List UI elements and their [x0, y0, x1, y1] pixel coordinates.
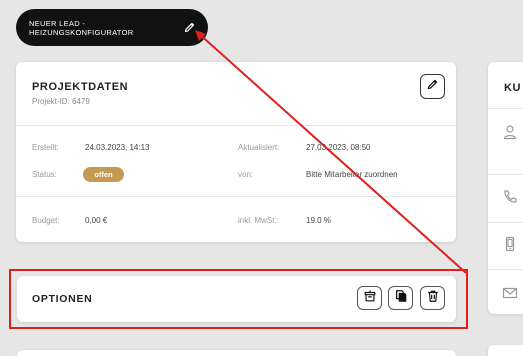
optionen-card: OPTIONEN	[17, 276, 456, 322]
lead-title-pill: NEUER LEAD - HEIZUNGSKONFIGURATOR	[16, 9, 208, 46]
divider	[488, 222, 523, 223]
divider	[488, 269, 523, 270]
mail-icon	[501, 284, 519, 302]
aktualisiert-value: 27.03.2023, 08:50	[306, 143, 371, 152]
divider	[488, 108, 523, 109]
phone-icon	[501, 188, 519, 206]
projektdaten-card: PROJEKTDATEN Projekt-ID: 6479 Erstellt: …	[16, 62, 456, 242]
pencil-icon	[426, 78, 439, 96]
optionen-title: OPTIONEN	[32, 293, 93, 305]
archive-icon	[363, 289, 377, 308]
erstellt-value: 24.03.2023, 14:13	[85, 143, 150, 152]
von-value[interactable]: Bitte Mitarbeiter zuordnen	[306, 170, 398, 179]
archive-button[interactable]	[357, 286, 382, 310]
mwst-label: inkl. MwSt.:	[238, 216, 279, 225]
next-card	[17, 350, 456, 356]
status-badge: offen	[83, 167, 124, 182]
budget-value: 0,00 €	[85, 216, 108, 225]
mobile-icon	[501, 235, 519, 253]
mwst-value: 19.0 %	[306, 216, 331, 225]
aktualisiert-label: Aktualisiert:	[238, 143, 280, 152]
projektdaten-title: PROJEKTDATEN	[32, 81, 129, 93]
pencil-icon[interactable]	[183, 21, 196, 35]
copy-icon	[394, 289, 408, 308]
erstellt-label: Erstellt:	[32, 143, 59, 152]
next-card-right	[488, 345, 523, 356]
status-label: Status:	[32, 170, 57, 179]
divider	[488, 174, 523, 175]
copy-button[interactable]	[388, 286, 413, 310]
divider	[16, 196, 456, 197]
user-icon	[501, 123, 519, 141]
kunde-title: KU	[504, 82, 522, 94]
divider	[16, 125, 456, 126]
trash-icon	[426, 289, 440, 308]
lead-title: NEUER LEAD - HEIZUNGSKONFIGURATOR	[29, 18, 134, 37]
delete-button[interactable]	[420, 286, 445, 310]
project-id: Projekt-ID: 6479	[32, 97, 90, 106]
budget-label: Budget:	[32, 216, 60, 225]
von-label: von:	[238, 170, 254, 179]
edit-project-button[interactable]	[420, 74, 445, 99]
kunde-card: KU	[488, 62, 523, 314]
